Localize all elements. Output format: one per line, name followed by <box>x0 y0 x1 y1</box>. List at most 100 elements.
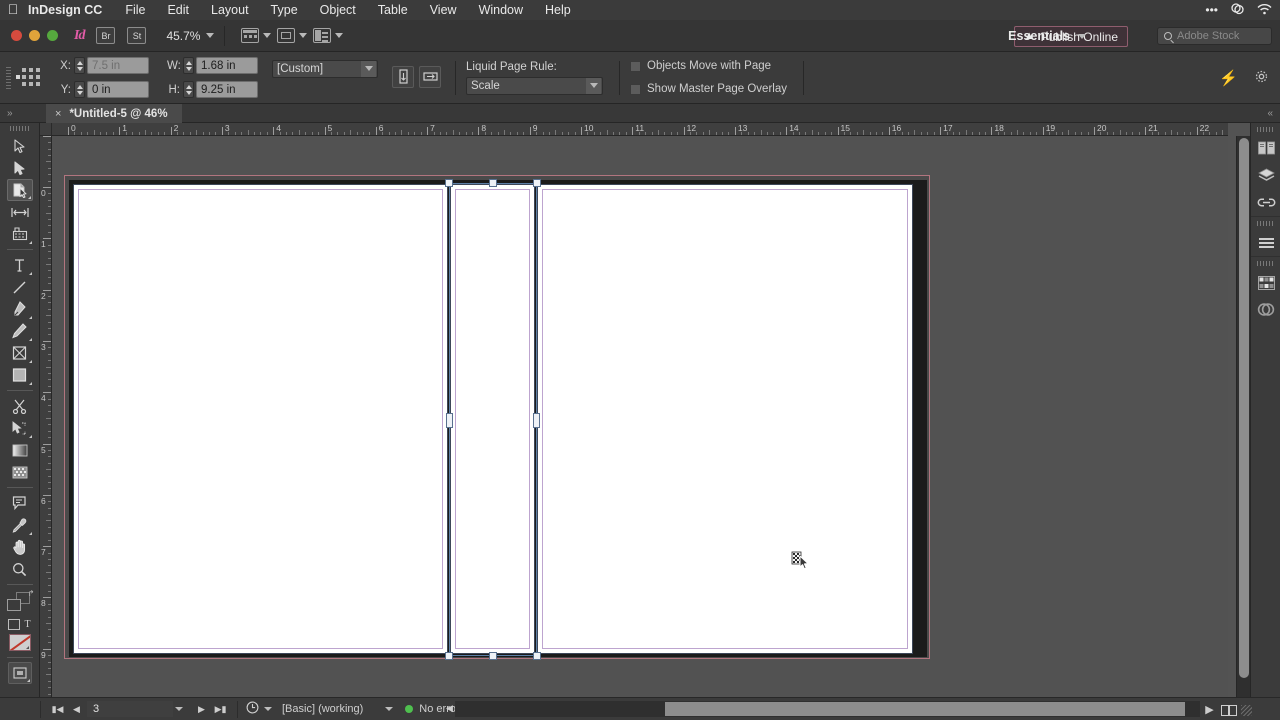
panel-menu-icon[interactable] <box>1255 70 1268 86</box>
page-transitions-icon[interactable] <box>246 701 259 717</box>
dock-drag-handle[interactable] <box>1256 221 1275 226</box>
zoom-level-field[interactable]: 45.7% <box>166 29 215 43</box>
menu-file[interactable]: File <box>114 3 156 17</box>
rectangle-frame-tool[interactable] <box>7 342 33 364</box>
close-icon[interactable]: × <box>55 108 61 120</box>
fill-swatch[interactable] <box>6 599 21 611</box>
preflight-profile-label[interactable]: [Basic] (working) <box>282 703 363 715</box>
free-transform-tool[interactable] <box>7 417 33 439</box>
quick-apply-icon[interactable]: ⚡ <box>1219 69 1238 87</box>
normal-view-mode-icon[interactable] <box>7 662 32 684</box>
scissors-tool[interactable] <box>7 395 33 417</box>
direct-selection-tool[interactable] <box>7 157 33 179</box>
gradient-swatch-tool[interactable] <box>7 439 33 461</box>
menu-help[interactable]: Help <box>534 3 582 17</box>
workspace-switcher[interactable]: Essentials <box>1008 20 1086 52</box>
panel-collapse-icon[interactable]: » <box>7 108 13 119</box>
scroll-left-icon[interactable]: ◀ <box>441 703 458 714</box>
menu-object[interactable]: Object <box>309 3 367 17</box>
fill-and-stroke-swatches[interactable]: ↱ <box>5 589 35 617</box>
wifi-icon[interactable] <box>1257 3 1272 17</box>
hand-tool[interactable] <box>7 536 33 558</box>
objects-move-with-page-checkbox[interactable]: Objects Move with Page <box>630 58 787 74</box>
w-stepper[interactable] <box>183 57 194 74</box>
chevron-down-icon[interactable] <box>263 33 272 38</box>
dock-collapse-icon[interactable]: « <box>1267 108 1273 119</box>
page-left[interactable] <box>73 184 448 654</box>
liquid-page-rule-select[interactable]: Scale <box>466 76 603 95</box>
w-input[interactable]: 1.68 in <box>196 57 258 74</box>
chevron-down-icon[interactable] <box>385 707 394 711</box>
resize-grip-icon[interactable] <box>1241 705 1252 716</box>
creative-cloud-libraries-panel-icon[interactable] <box>1251 296 1280 323</box>
maximize-window-button[interactable] <box>47 30 58 41</box>
chevron-down-icon[interactable] <box>299 33 308 38</box>
h-input[interactable]: 9.25 in <box>196 81 258 98</box>
chevron-down-icon[interactable] <box>206 33 215 38</box>
ruler-origin-corner[interactable] <box>40 123 52 136</box>
menu-app-name[interactable]: InDesign CC <box>26 3 114 17</box>
arrange-documents-button[interactable] <box>313 28 344 43</box>
menu-type[interactable]: Type <box>260 3 309 17</box>
formatting-text-icon[interactable]: T <box>24 619 30 630</box>
tools-panel-drag-handle[interactable] <box>9 126 30 131</box>
selection-handle-middle-right[interactable] <box>533 413 540 428</box>
content-collector-tool[interactable] <box>7 223 33 245</box>
menu-view[interactable]: View <box>419 3 468 17</box>
layers-panel-icon[interactable] <box>1251 162 1280 189</box>
pen-tool[interactable] <box>7 298 33 320</box>
previous-page-icon[interactable]: ◀ <box>68 704 85 715</box>
swap-fill-stroke-icon[interactable]: ↱ <box>28 589 35 598</box>
rectangle-tool[interactable] <box>7 364 33 386</box>
vertical-scrollbar[interactable] <box>1236 136 1250 697</box>
selection-handle-bottom-center[interactable] <box>489 652 497 660</box>
page-size-preset-select[interactable]: [Custom] <box>272 59 378 78</box>
portrait-orientation-button[interactable] <box>392 65 414 88</box>
links-panel-icon[interactable] <box>1251 189 1280 216</box>
chevron-down-icon[interactable] <box>1078 33 1086 39</box>
menu-table[interactable]: Table <box>367 3 419 17</box>
selection-handle-top-center[interactable] <box>489 179 497 187</box>
frame-view-button[interactable] <box>277 28 308 43</box>
selection-handle-bottom-left[interactable] <box>445 652 453 660</box>
dropbox-icon[interactable] <box>1230 3 1245 17</box>
gap-tool[interactable] <box>7 201 33 223</box>
selection-handle-top-right[interactable] <box>533 179 541 187</box>
control-center-icon[interactable]: ••• <box>1205 4 1218 16</box>
horizontal-scrollbar-thumb[interactable] <box>665 702 1185 716</box>
vertical-scrollbar-thumb[interactable] <box>1239 138 1249 678</box>
two-up-view-icon[interactable] <box>1221 705 1237 716</box>
selection-handle-middle-left[interactable] <box>446 413 453 428</box>
eyedropper-tool[interactable] <box>7 514 33 536</box>
show-master-page-overlay-checkbox[interactable]: Show Master Page Overlay <box>630 81 787 97</box>
menu-edit[interactable]: Edit <box>156 3 200 17</box>
y-stepper[interactable] <box>74 81 85 98</box>
menu-layout[interactable]: Layout <box>200 3 260 17</box>
formatting-container-icon[interactable] <box>8 619 21 630</box>
pencil-tool[interactable] <box>7 320 33 342</box>
horizontal-scrollbar[interactable]: ◀ ▶ <box>446 701 1214 717</box>
type-tool[interactable] <box>7 254 33 276</box>
landscape-orientation-button[interactable] <box>419 65 441 88</box>
stock-button[interactable]: St <box>127 27 147 44</box>
dock-drag-handle[interactable] <box>1256 127 1275 132</box>
chevron-down-icon[interactable] <box>335 33 344 38</box>
menu-window[interactable]: Window <box>468 3 534 17</box>
minimize-window-button[interactable] <box>29 30 40 41</box>
selection-tool[interactable] <box>7 135 33 157</box>
adobe-stock-search-input[interactable]: Adobe Stock <box>1157 27 1272 45</box>
chevron-down-icon[interactable] <box>264 707 272 711</box>
chevron-down-icon[interactable] <box>175 707 183 711</box>
document-canvas[interactable] <box>52 136 1228 697</box>
dock-drag-handle[interactable] <box>1256 261 1275 266</box>
selection-handle-top-left[interactable] <box>445 179 453 187</box>
screen-mode-button[interactable] <box>241 28 272 43</box>
page-right[interactable] <box>537 184 913 654</box>
x-stepper[interactable] <box>74 57 85 74</box>
selection-handle-bottom-right[interactable] <box>533 652 541 660</box>
x-input[interactable]: 7.5 in <box>87 57 149 74</box>
first-page-icon[interactable]: ▮◀ <box>49 704 66 715</box>
last-page-icon[interactable]: ▶▮ <box>212 704 229 715</box>
next-page-icon[interactable]: ▶ <box>193 704 210 715</box>
vertical-ruler[interactable]: 0 1 2 3 4 5 6 7 8 9 <box>40 136 52 697</box>
